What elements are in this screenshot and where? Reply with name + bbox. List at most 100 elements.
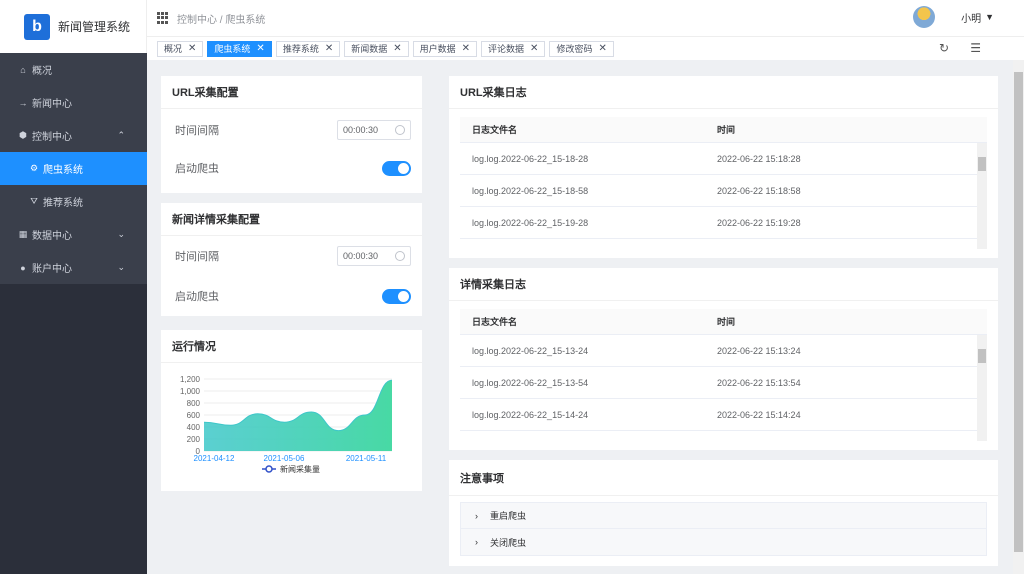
table-row[interactable]: log.log.2022-06-22_15-14-24 2022-06-22 15…: [460, 399, 987, 431]
chevron-down-icon: ⌄: [117, 262, 125, 272]
cell-file: log.log.2022-06-22_15-14-24: [472, 409, 589, 420]
page-scrollbar-thumb[interactable]: [1014, 72, 1023, 552]
start-crawler-switch[interactable]: [382, 288, 411, 304]
sidebar-item-label: 爬虫系统: [43, 165, 83, 176]
sidebar-item-control[interactable]: ⬢ 控制中心 ⌃: [0, 119, 147, 152]
sidebar-item-recommend[interactable]: ⛛ 推荐系统: [0, 185, 147, 218]
caret-down-icon[interactable]: ▼: [985, 12, 994, 22]
y-tick-label: 400: [187, 423, 201, 432]
status-card: 运行情况 1,200 1,000 800 600 400 200 0 2021-04-12 20…: [161, 330, 422, 491]
close-icon[interactable]: ✕: [598, 43, 606, 54]
close-icon[interactable]: ✕: [530, 43, 538, 54]
card-title: URL采集日志: [449, 76, 998, 109]
card-title: 运行情况: [161, 330, 422, 363]
sidebar-item-news[interactable]: → 新闻中心: [0, 86, 147, 119]
app-logo: b: [24, 13, 50, 40]
settings-sliders-icon[interactable]: ☰: [970, 41, 981, 55]
y-tick-label: 600: [187, 411, 201, 420]
refresh-icon[interactable]: ↻: [939, 41, 949, 55]
card-title: 详情采集日志: [449, 268, 998, 301]
cell-time: 2022-06-22 15:19:28: [717, 217, 801, 228]
clock-icon: [395, 125, 405, 135]
col-file-header: 日志文件名: [472, 317, 518, 327]
card-title: URL采集配置: [161, 76, 422, 109]
note-label: 关闭爬虫: [490, 537, 527, 548]
gear-icon: ⚙: [29, 163, 39, 173]
cell-file: log.log.2022-06-22_15-18-58: [472, 185, 589, 196]
clock-icon: [395, 251, 405, 261]
start-crawler-switch[interactable]: [382, 160, 411, 176]
username[interactable]: 小明: [961, 10, 981, 25]
table-row[interactable]: log.log.2022-06-22_15-19-28 2022-06-22 15…: [460, 207, 987, 239]
chevron-right-icon: ›: [475, 537, 478, 547]
user-menu[interactable]: 小明 ▼: [913, 6, 994, 28]
tag-user-data[interactable]: 用户数据 ✕: [412, 40, 478, 57]
table-row[interactable]: log.log.2022-06-22_15-13-54 2022-06-22 15…: [460, 367, 987, 399]
col-time-header: 时间: [717, 125, 736, 135]
tag-label: 修改密码: [556, 44, 593, 54]
tag-crawler[interactable]: 爬虫系统 ✕: [207, 40, 272, 57]
cell-time: 2022-06-22 15:13:24: [717, 345, 801, 356]
cell-time: 2022-06-22 15:18:58: [717, 185, 801, 196]
switch-knob: [398, 162, 409, 174]
interval-time-input[interactable]: 00:00:30: [337, 246, 411, 266]
tag-recommend[interactable]: 推荐系统 ✕: [275, 40, 341, 57]
detail-log-card: 详情采集日志 日志文件名 时间 log.log.2022-06-22_15-13-…: [449, 268, 998, 450]
data-icon: ▦: [18, 229, 28, 239]
close-icon[interactable]: ✕: [393, 43, 401, 54]
tag-news-data[interactable]: 新闻数据 ✕: [344, 40, 409, 57]
cell-time: 2022-06-22 15:14:24: [717, 409, 801, 420]
y-tick-label: 1,200: [180, 375, 201, 384]
close-icon[interactable]: ✕: [325, 43, 333, 54]
table-scrollbar[interactable]: [977, 143, 987, 249]
sidebar-item-crawler[interactable]: ⚙ 爬虫系统: [0, 152, 147, 185]
app-title: 新闻管理系统: [58, 20, 131, 34]
scrollbar-thumb[interactable]: [978, 157, 986, 171]
sidebar-item-data[interactable]: ▦ 数据中心 ⌄: [0, 218, 147, 251]
sidebar-item-label: 账户中心: [32, 264, 72, 275]
table-scrollbar[interactable]: [977, 335, 987, 441]
tag-label: 概况: [164, 44, 183, 54]
y-tick-label: 800: [187, 399, 201, 408]
sidebar-item-overview[interactable]: ⌂ 概况: [0, 53, 147, 86]
x-tick-label: 2021-04-12: [194, 454, 235, 463]
tag-change-password[interactable]: 修改密码 ✕: [549, 40, 614, 57]
table-row[interactable]: log.log.2022-06-22_15-18-28 2022-06-22 15…: [460, 143, 987, 175]
note-item-stop[interactable]: › 关闭爬虫: [461, 529, 986, 555]
tag-overview[interactable]: 概况 ✕: [157, 40, 204, 57]
apps-grid-icon[interactable]: [157, 12, 169, 24]
time-value: 00:00:30: [343, 125, 379, 135]
card-title: 注意事项: [449, 460, 998, 496]
table-row[interactable]: log.log.2022-06-22_15-18-58 2022-06-22 15…: [460, 175, 987, 207]
start-crawler-label: 启动爬虫: [175, 291, 219, 303]
cell-time: 2022-06-22 15:18:28: [717, 153, 801, 164]
close-icon[interactable]: ✕: [462, 43, 470, 54]
note-item-restart[interactable]: › 重启爬虫: [461, 503, 986, 529]
interval-time-input[interactable]: 00:00:30: [337, 120, 411, 140]
sidebar-item-label: 推荐系统: [43, 198, 83, 209]
col-file-header: 日志文件名: [472, 125, 518, 135]
note-label: 重启爬虫: [490, 511, 527, 521]
scrollbar-thumb[interactable]: [978, 349, 986, 363]
top-bar: 控制中心 / 爬虫系统 小明 ▼: [147, 0, 1024, 36]
close-icon[interactable]: ✕: [188, 43, 196, 54]
filter-icon: ⛛: [30, 196, 38, 206]
y-tick-label: 1,000: [180, 387, 201, 396]
card-title: 新闻详情采集配置: [161, 203, 422, 236]
notes-collapse: › 重启爬虫 › 关闭爬虫: [460, 502, 987, 556]
cell-file: log.log.2022-06-22_15-19-28: [472, 217, 589, 228]
table-header: 日志文件名 时间: [460, 117, 987, 143]
col-time-header: 时间: [717, 317, 736, 327]
page-scrollbar[interactable]: [1013, 60, 1024, 574]
close-icon[interactable]: ✕: [256, 43, 264, 54]
avatar[interactable]: [913, 6, 936, 28]
table-row[interactable]: log.log.2022-06-22_15-13-24 2022-06-22 15…: [460, 335, 987, 367]
tag-label: 新闻数据: [351, 44, 388, 54]
detail-log-table: 日志文件名 时间 log.log.2022-06-22_15-13-24 2022-…: [460, 309, 987, 441]
chevron-right-icon: ›: [475, 510, 478, 521]
cell-file: log.log.2022-06-22_15-13-54: [472, 377, 589, 388]
sidebar-item-account[interactable]: ● 账户中心 ⌄: [0, 251, 147, 284]
tag-comment-data[interactable]: 评论数据 ✕: [481, 40, 546, 57]
tags-bar: 概况 ✕ 爬虫系统 ✕ 推荐系统 ✕ 新闻数据 ✕ 用户数据 ✕ 评论数据 ✕ 修改密码 ✕ …: [147, 36, 1024, 60]
tag-label: 推荐系统: [282, 44, 319, 54]
